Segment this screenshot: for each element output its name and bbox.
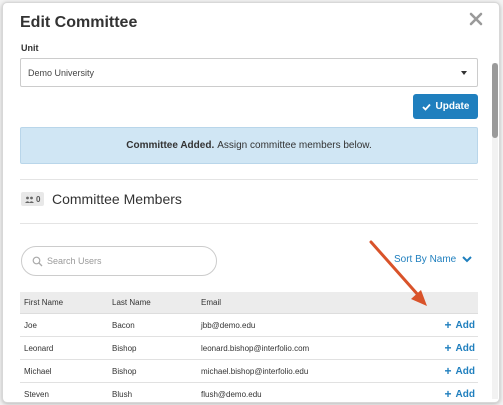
- plus-icon: +: [444, 387, 452, 401]
- unit-label: Unit: [21, 43, 39, 53]
- update-button-label: Update: [435, 101, 470, 112]
- add-label: Add: [455, 365, 475, 377]
- table-row: Steven Blush flush@demo.edu + Add: [20, 383, 478, 402]
- users-table: First Name Last Name Email Joe Bacon jbb…: [20, 292, 478, 402]
- email-cell: flush@demo.edu: [201, 389, 262, 399]
- search-users: [21, 246, 217, 276]
- update-button[interactable]: Update: [413, 94, 478, 119]
- users-icon: [25, 196, 34, 203]
- table-header: First Name Last Name Email: [20, 292, 478, 314]
- search-icon: [32, 256, 43, 267]
- add-label: Add: [455, 388, 475, 400]
- member-count-badge: 0: [21, 192, 45, 206]
- column-header-last-name: Last Name: [112, 298, 151, 307]
- alert-strong-text: Committee Added.: [126, 140, 215, 151]
- scrollbar[interactable]: [492, 63, 498, 399]
- plus-icon: +: [444, 318, 452, 332]
- last-name-cell: Bishop: [112, 343, 137, 353]
- first-name-cell: Michael: [24, 366, 52, 376]
- edit-committee-modal: Edit Committee Unit Demo University Upda…: [2, 2, 500, 403]
- sort-label: Sort By Name: [394, 254, 457, 265]
- table-row: Leonard Bishop leonard.bishop@interfolio…: [20, 337, 478, 360]
- chevron-down-icon: [462, 256, 472, 263]
- column-header-first-name: First Name: [24, 298, 64, 307]
- last-name-cell: Bacon: [112, 320, 135, 330]
- success-alert: Committee Added. Assign committee member…: [20, 127, 478, 164]
- first-name-cell: Steven: [24, 389, 49, 399]
- email-cell: michael.bishop@interfolio.edu: [201, 366, 309, 376]
- add-member-button[interactable]: + Add: [445, 314, 475, 336]
- check-icon: [421, 103, 431, 111]
- alert-message: Assign committee members below.: [217, 140, 372, 151]
- plus-icon: +: [444, 364, 452, 378]
- last-name-cell: Bishop: [112, 366, 137, 376]
- email-cell: jbb@demo.edu: [201, 320, 256, 330]
- sort-by-name-dropdown[interactable]: Sort By Name: [394, 254, 472, 265]
- last-name-cell: Blush: [112, 389, 133, 399]
- table-row: Joe Bacon jbb@demo.edu + Add: [20, 314, 478, 337]
- column-header-email: Email: [201, 298, 222, 307]
- email-cell: leonard.bishop@interfolio.com: [201, 343, 310, 353]
- table-row: Michael Bishop michael.bishop@interfolio…: [20, 360, 478, 383]
- unit-select-value: Demo University: [28, 68, 95, 78]
- add-member-button[interactable]: + Add: [445, 360, 475, 382]
- committee-members-title: Committee Members: [52, 191, 182, 207]
- member-count: 0: [36, 194, 41, 204]
- first-name-cell: Leonard: [24, 343, 54, 353]
- add-label: Add: [455, 319, 475, 331]
- divider: [20, 179, 478, 180]
- modal-title: Edit Committee: [20, 14, 138, 31]
- add-label: Add: [455, 342, 475, 354]
- caret-down-icon: [461, 71, 467, 75]
- close-icon[interactable]: [469, 12, 483, 26]
- add-member-button[interactable]: + Add: [444, 383, 475, 402]
- search-input[interactable]: [47, 254, 207, 268]
- plus-icon: +: [444, 341, 452, 355]
- add-member-button[interactable]: + Add: [445, 337, 475, 359]
- scrollbar-thumb[interactable]: [492, 63, 498, 138]
- unit-select[interactable]: Demo University: [20, 58, 478, 87]
- first-name-cell: Joe: [24, 320, 37, 330]
- divider: [20, 223, 478, 224]
